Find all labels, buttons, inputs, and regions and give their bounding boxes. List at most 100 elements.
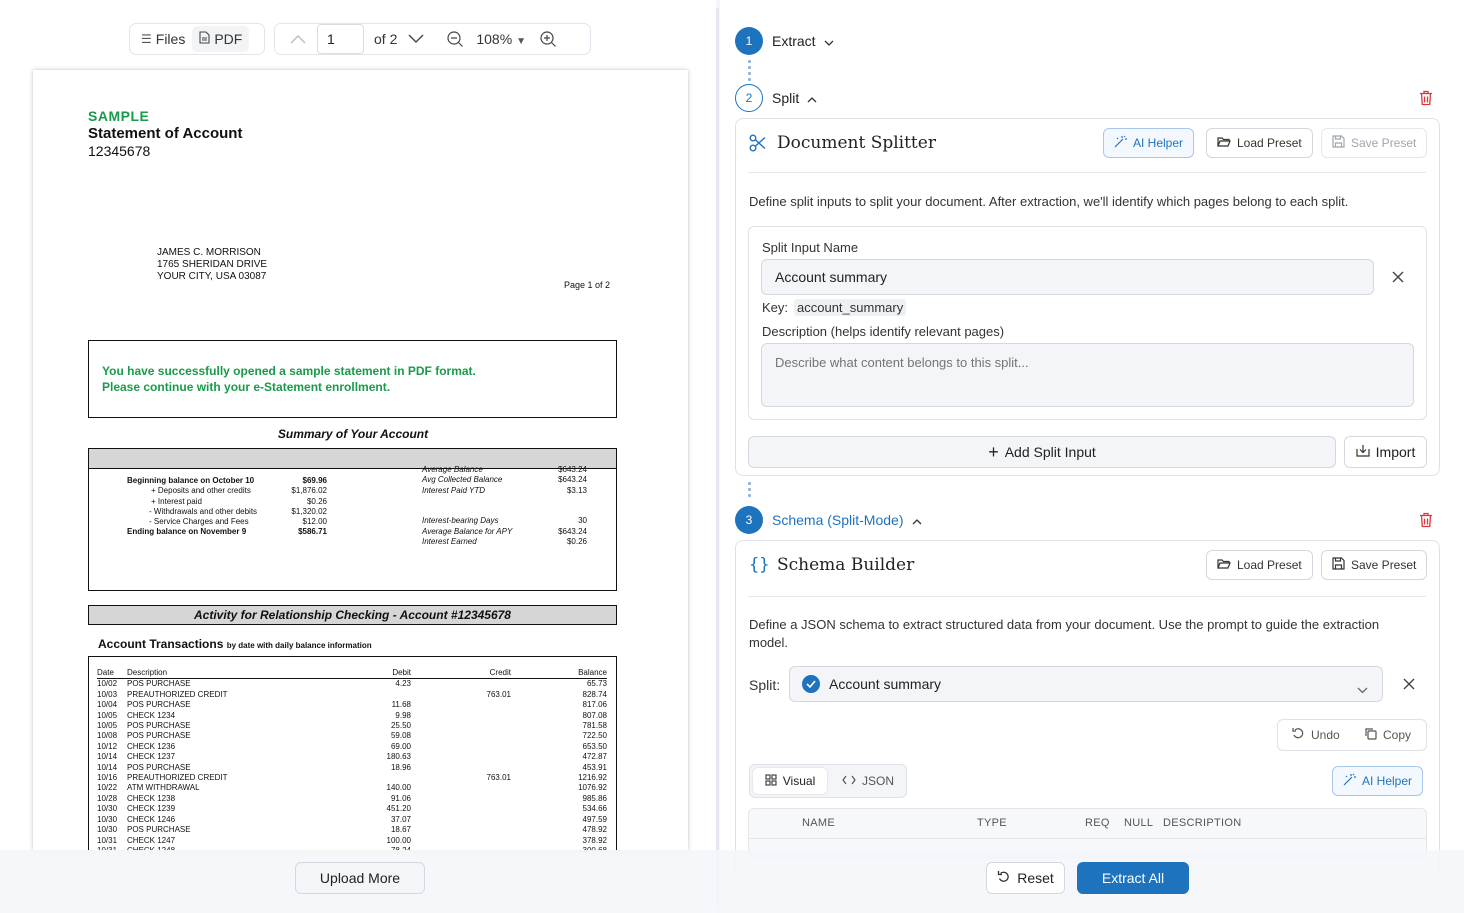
column-type: TYPE [977, 817, 1007, 829]
column-name: NAME [802, 817, 835, 829]
panel-resize-handle[interactable] [716, 8, 719, 906]
schema-load-preset-button[interactable]: Load Preset [1206, 550, 1313, 580]
add-split-input-button[interactable]: + Add Split Input [748, 436, 1336, 468]
check-circle-icon [802, 675, 820, 693]
delete-schema-step-icon[interactable] [1419, 512, 1433, 528]
divider [748, 838, 1427, 839]
page-total: of 2 [374, 31, 398, 47]
splitter-title: Document Splitter [777, 133, 936, 153]
pdf-navigation-toolbar: of 2 108% ▼ [274, 23, 591, 55]
chevron-up-icon [807, 90, 817, 106]
step-1-indicator: 1 [735, 27, 763, 55]
transaction-row: 10/14 POS PURCHASE 18.96 453.91 [97, 762, 607, 772]
tab-visual[interactable]: Visual [753, 768, 827, 794]
summary-row: - Service Charges and Fees $12.00 [149, 517, 327, 527]
braces-icon: {} [749, 555, 770, 575]
reset-icon [997, 870, 1011, 886]
summary-row: - Withdrawals and other debits $1,320.02 [149, 506, 327, 516]
transaction-row: 10/16 PREAUTHORIZED CREDIT 763.01 1216.92 [97, 773, 607, 783]
view-mode-toggle: ☰ Files PDF [129, 23, 265, 55]
transaction-row: 10/30 CHECK 1239 451.20 534.66 [97, 804, 607, 814]
step-extract-header[interactable]: Extract [772, 33, 834, 49]
summary-left-column: Beginning balance on October 10 $69.96 + D… [127, 476, 327, 538]
divider [748, 172, 1426, 173]
splitter-load-preset-button[interactable]: Load Preset [1206, 128, 1313, 158]
summary-stat-row: Interest Paid YTD $3.13 [422, 485, 587, 495]
grid-icon [765, 773, 777, 789]
step-schema-header[interactable]: Schema (Split-Mode) [772, 512, 922, 528]
files-view-button[interactable]: ☰ Files [134, 26, 192, 52]
magic-wand-icon [1114, 135, 1127, 151]
document-viewer-panel: ☰ Files PDF of 2 108% ▼ SAMPLE [0, 0, 716, 913]
save-icon [1332, 135, 1345, 151]
transaction-row: 10/31 CHECK 1247 100.00 378.92 [97, 835, 607, 845]
summary-stat-row: Interest-bearing Days 30 [422, 516, 587, 526]
transaction-row: 10/05 CHECK 1234 9.98 807.08 [97, 710, 607, 720]
split-select[interactable]: Account summary [789, 666, 1383, 702]
pdf-view-button[interactable]: PDF [192, 26, 250, 52]
summary-stat-row [422, 506, 587, 516]
chevron-down-icon [824, 33, 834, 49]
magic-wand-icon [1343, 773, 1356, 789]
splitter-ai-helper-button[interactable]: AI Helper [1103, 128, 1195, 158]
column-nullable: NULL [1124, 817, 1154, 829]
delete-split-step-icon[interactable] [1419, 90, 1433, 106]
reset-button[interactable]: Reset [986, 862, 1065, 894]
folder-open-icon [1217, 558, 1231, 573]
summary-box: Beginning balance on October 10 $69.96 + D… [88, 448, 617, 591]
list-icon: ☰ [141, 32, 152, 46]
transaction-row: 10/28 CHECK 1238 91.06 985.86 [97, 793, 607, 803]
transaction-row: 10/22 ATM WITHDRAWAL 140.00 1076.92 [97, 783, 607, 793]
zoom-level-select[interactable]: 108% ▼ [476, 31, 526, 47]
import-button[interactable]: Import [1344, 436, 1427, 468]
summary-stat-row: Avg Collected Balance $643.24 [422, 475, 587, 485]
summary-title: Summary of Your Account [277, 427, 429, 441]
account-number: 12345678 [88, 143, 151, 159]
undo-icon [1292, 727, 1305, 742]
notice-line-2: Please continue with your e-Statement en… [102, 380, 391, 394]
key-value: account_summary [794, 299, 907, 316]
summary-row: Ending balance on November 9 $586.71 [127, 527, 327, 537]
save-icon [1332, 557, 1345, 573]
summary-row: Beginning balance on October 10 $69.96 [127, 476, 327, 485]
bottom-action-bar [0, 850, 1464, 913]
transaction-row: 10/04 POS PURCHASE 11.68 817.06 [97, 700, 607, 710]
clear-split-select-icon[interactable] [1399, 674, 1419, 694]
extract-all-button[interactable]: Extract All [1077, 862, 1189, 894]
caret-down-icon: ▼ [516, 36, 526, 47]
page-indicator: Page 1 of 2 [564, 280, 611, 290]
statement-title: Statement of Account [88, 125, 243, 142]
scissors-icon [749, 134, 767, 157]
summary-row: + Deposits and other credits $1,876.02 [151, 486, 327, 496]
undo-button[interactable]: Undo [1292, 727, 1340, 742]
split-input-name-field[interactable]: Account summary [761, 259, 1374, 295]
chevron-up-icon [912, 512, 922, 528]
remove-split-input-icon[interactable] [1388, 267, 1408, 287]
summary-row: + Interest paid $0.26 [151, 496, 327, 506]
step-3-indicator: 3 [735, 506, 763, 534]
sample-label: SAMPLE [88, 108, 150, 124]
transaction-row: 10/03 PREAUTHORIZED CREDIT 763.01 828.74 [97, 689, 607, 699]
step-split-header[interactable]: Split [772, 90, 817, 106]
copy-button[interactable]: Copy [1364, 727, 1411, 743]
schema-save-preset-button[interactable]: Save Preset [1321, 550, 1428, 580]
zoom-out-icon[interactable] [447, 30, 464, 48]
upload-more-button[interactable]: Upload More [295, 862, 425, 894]
schema-ai-helper-button[interactable]: AI Helper [1332, 766, 1424, 796]
zoom-in-icon[interactable] [540, 30, 557, 48]
summary-stat-row [422, 496, 587, 506]
page-number-input[interactable] [317, 24, 364, 54]
mailing-address: JAMES C. MORRISON 1765 SHERIDAN DRIVE YO… [157, 247, 268, 282]
split-description-textarea[interactable] [761, 343, 1414, 407]
transaction-row: 10/02 POS PURCHASE 4.23 65.73 [97, 679, 607, 689]
description-label: Description (helps identify relevant pag… [762, 324, 1005, 339]
splitter-save-preset-button[interactable]: Save Preset [1321, 128, 1428, 158]
prev-page-icon[interactable] [283, 34, 313, 44]
pdf-page: SAMPLE Statement of Account 12345678 JAM… [33, 70, 688, 850]
activity-header: Activity for Relationship Checking - Acc… [88, 605, 617, 625]
file-icon [199, 31, 210, 47]
tab-json[interactable]: JSON [834, 768, 902, 794]
key-label: Key: [762, 300, 789, 315]
next-page-icon[interactable] [401, 34, 431, 44]
split-input-name-label: Split Input Name [762, 240, 859, 255]
